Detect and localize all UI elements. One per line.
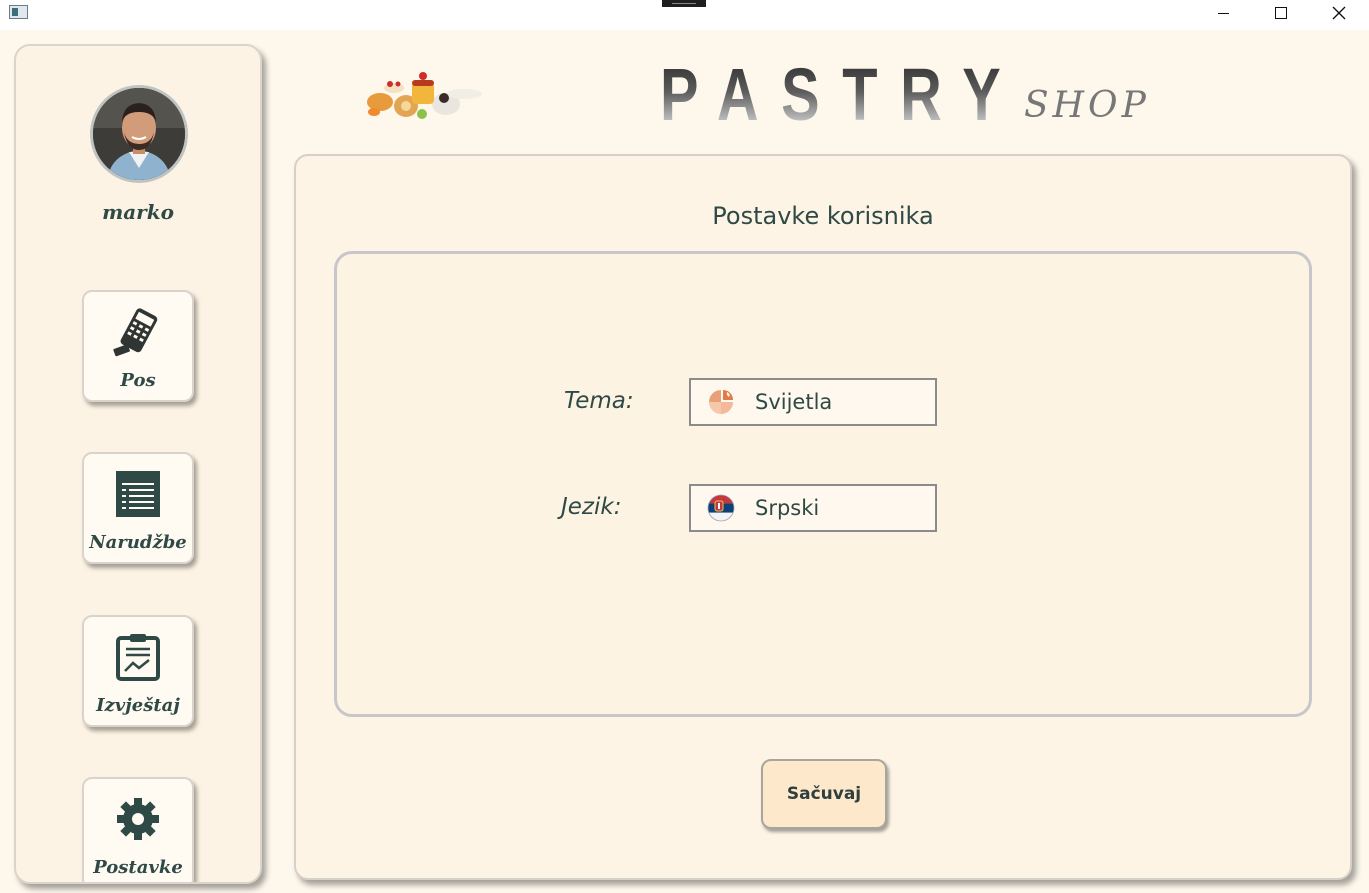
nav-report-label: Izvještaj [96,695,180,716]
brand-subtitle: SHOP [1024,85,1150,126]
serbian-flag-icon [707,494,735,522]
language-select[interactable]: Srpski [689,484,937,532]
sidebar: marko Pos Narudžbe Izvještaj Postavke [14,44,262,884]
language-value: Srpski [755,496,820,520]
settings-panel: Postavke korisnika Tema: Svijetla Jezik: [294,154,1352,880]
pos-terminal-icon [112,306,164,358]
theme-label: Tema: [564,388,634,414]
minimize-button[interactable] [1194,0,1252,26]
nav-settings-button[interactable]: Postavke [82,777,194,882]
theme-palette-icon [707,388,735,416]
page-title: Postavke korisnika [712,202,934,230]
user-avatar[interactable] [90,85,188,183]
nav-report-button[interactable]: Izvještaj [82,615,194,727]
minimize-icon [1217,12,1229,14]
gear-icon [112,793,164,845]
nav-orders-label: Narudžbe [89,532,187,553]
nav-pos-button[interactable]: Pos [82,290,194,402]
maximize-icon [1275,7,1287,19]
brand-title: PASTRY [660,53,1024,136]
close-button[interactable] [1310,0,1368,26]
app-icon [9,5,28,19]
theme-select[interactable]: Svijetla [689,378,937,426]
window-titlebar [0,0,1369,30]
order-list-icon [112,468,164,520]
report-clipboard-icon [112,631,164,683]
maximize-button[interactable] [1252,0,1310,26]
language-label: Jezik: [561,494,622,520]
pastries-logo [366,68,486,124]
avatar-icon [93,88,185,180]
window-tab-indicator [662,0,706,7]
settings-form: Tema: Svijetla Jezik: Srpski [334,251,1312,717]
nav-pos-label: Pos [120,370,156,391]
save-button[interactable]: Sačuvaj [761,759,887,829]
nav-settings-label: Postavke [93,857,183,878]
theme-value: Svijetla [755,390,833,414]
nav-orders-button[interactable]: Narudžbe [82,452,194,564]
username: marko [102,200,174,224]
close-icon [1332,6,1346,20]
